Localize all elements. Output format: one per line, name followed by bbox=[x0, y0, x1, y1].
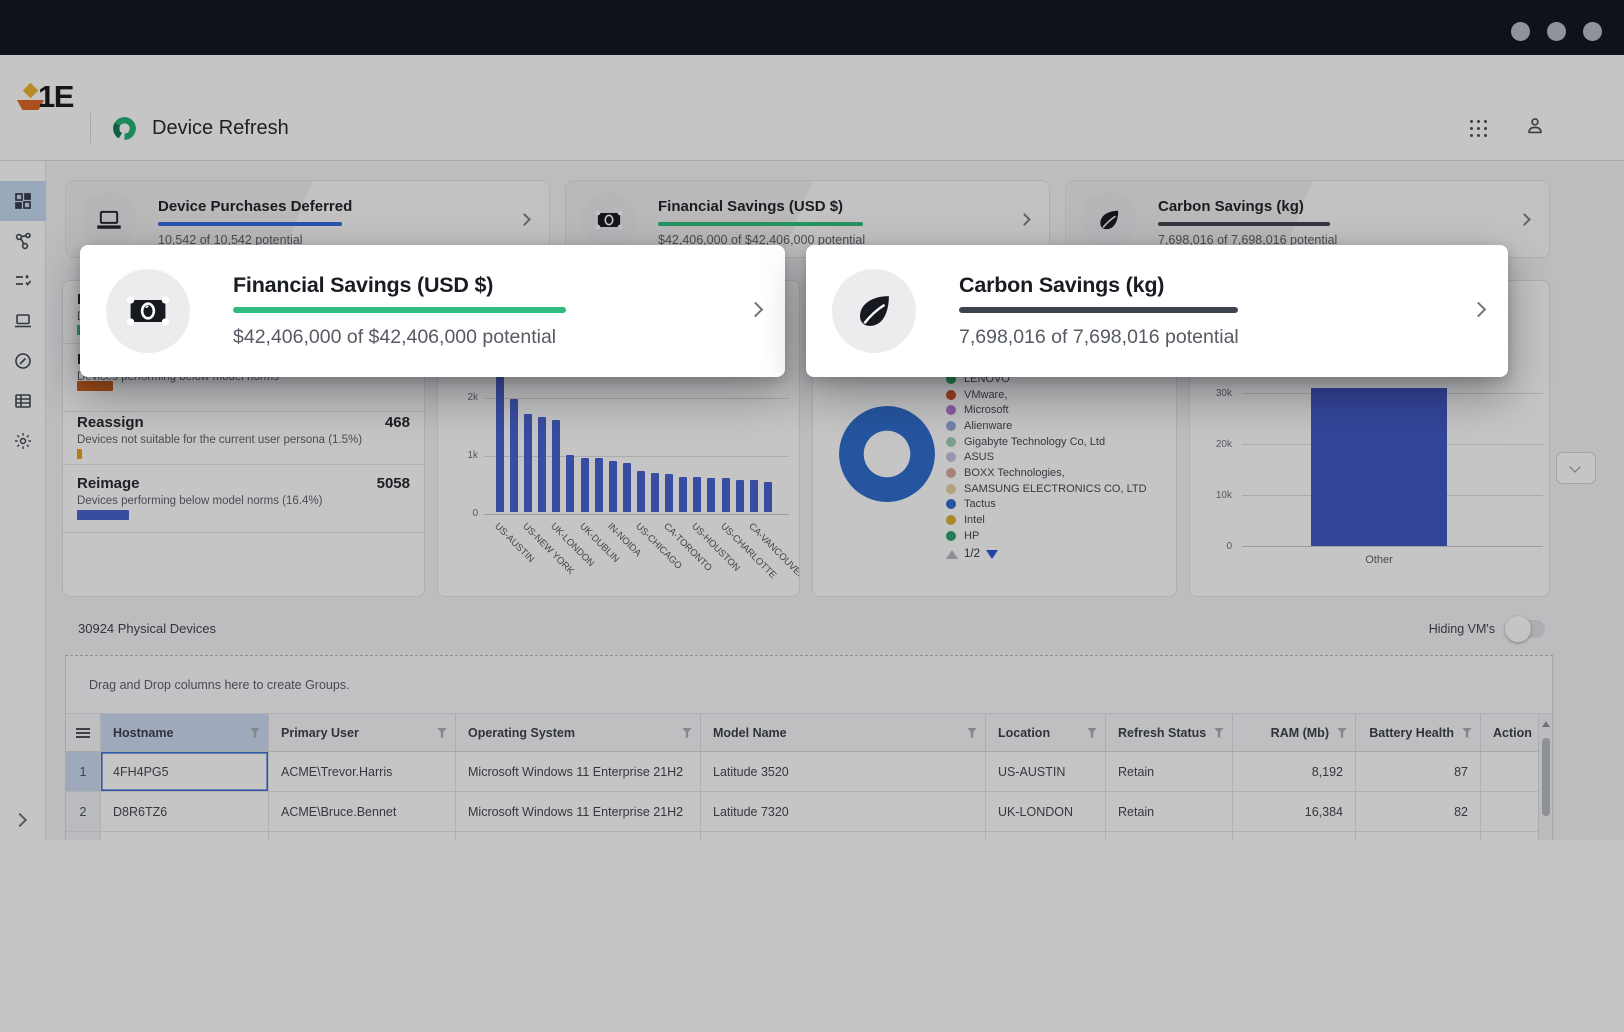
chevron-right-icon[interactable] bbox=[748, 302, 764, 318]
popup-subtitle: 7,698,016 of 7,698,016 potential bbox=[959, 326, 1239, 349]
popup-subtitle: $42,406,000 of $42,406,000 potential bbox=[233, 326, 556, 349]
popup-accent-bar bbox=[233, 307, 566, 313]
modal-dim-overlay[interactable] bbox=[0, 0, 1624, 1032]
banknote-icon bbox=[106, 269, 190, 353]
popup-accent-bar bbox=[959, 307, 1238, 313]
popup-carbon-savings[interactable]: Carbon Savings (kg) 7,698,016 of 7,698,0… bbox=[806, 245, 1508, 377]
chevron-right-icon[interactable] bbox=[1471, 302, 1487, 318]
popup-title: Financial Savings (USD $) bbox=[233, 273, 493, 298]
leaf-icon bbox=[832, 269, 916, 353]
app-window: 1E Device Refresh bbox=[0, 0, 1624, 1032]
popup-title: Carbon Savings (kg) bbox=[959, 273, 1164, 298]
popup-financial-savings[interactable]: Financial Savings (USD $) $42,406,000 of… bbox=[80, 245, 785, 377]
